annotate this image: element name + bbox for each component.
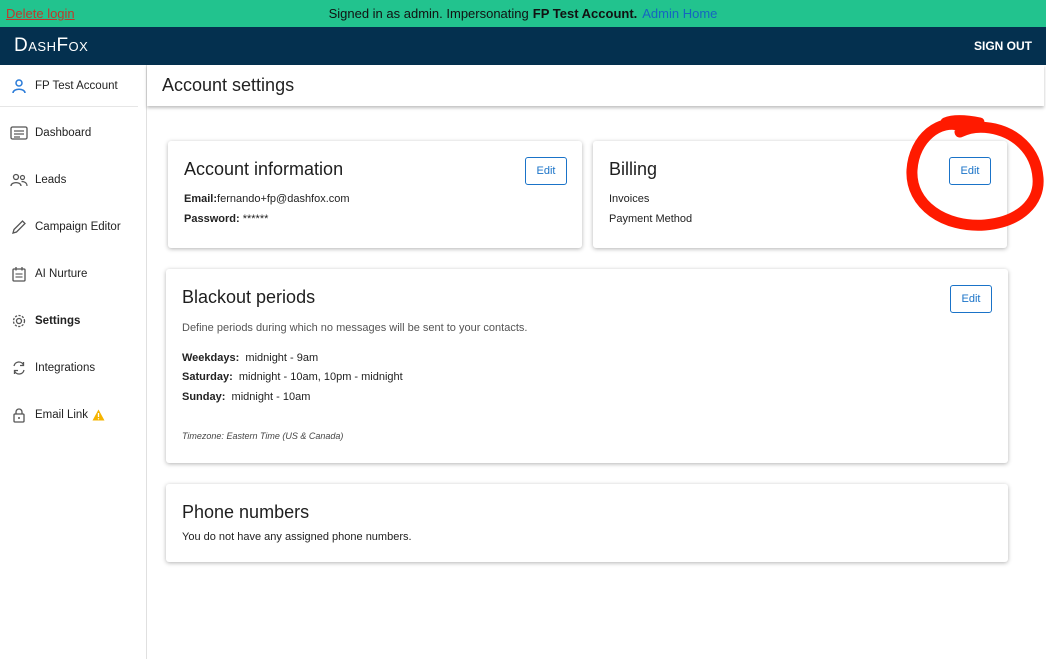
sidebar-account-label: FP Test Account xyxy=(35,79,118,92)
sidebar-item-integrations[interactable]: Integrations xyxy=(0,344,146,391)
dashboard-icon xyxy=(10,124,28,142)
people-icon xyxy=(10,171,28,189)
admin-home-link[interactable]: Admin Home xyxy=(642,6,717,21)
phone-description: You do not have any assigned phone numbe… xyxy=(182,531,412,543)
sidebar-item-dashboard[interactable]: Dashboard xyxy=(0,109,146,156)
phone-title: Phone numbers xyxy=(182,502,310,522)
sunday-label: Sunday: xyxy=(182,391,226,403)
lock-icon xyxy=(10,406,28,424)
blackout-edit-button[interactable]: Edit xyxy=(950,285,992,313)
calendar-icon xyxy=(10,265,28,283)
email-label: Email: xyxy=(184,193,218,205)
sync-icon xyxy=(10,359,28,377)
sidebar-item-email-link[interactable]: Email Link xyxy=(0,391,146,438)
phone-numbers-card: Phone numbers You do not have any assign… xyxy=(166,484,1008,562)
password-value: ****** xyxy=(242,213,269,225)
warning-icon xyxy=(92,409,105,421)
blackout-title: Blackout periods xyxy=(182,287,316,307)
account-info-card: Account information Edit Email:fernando+… xyxy=(168,141,582,248)
billing-edit-button[interactable]: Edit xyxy=(949,157,991,185)
gear-icon xyxy=(10,312,28,330)
email-row: Email:fernando+fp@dashfox.com xyxy=(184,193,350,205)
sidebar-item-campaign-editor[interactable]: Campaign Editor xyxy=(0,203,146,250)
account-info-title: Account information xyxy=(184,159,344,179)
delete-login-link[interactable]: Delete login xyxy=(6,6,75,21)
sidebar-item-account[interactable]: FP Test Account xyxy=(0,65,138,107)
sidebar-item-label: Leads xyxy=(35,173,67,186)
impersonation-text: Signed in as admin. Impersonating xyxy=(328,6,529,21)
blackout-periods-card: Blackout periods Edit Define periods dur… xyxy=(166,269,1008,463)
email-value: fernando+fp@dashfox.com xyxy=(217,193,350,205)
page-title: Account settings xyxy=(147,65,1044,106)
saturday-value: midnight - 10am, 10pm - midnight xyxy=(238,371,403,383)
sidebar-item-ai-nurture[interactable]: AI Nurture xyxy=(0,250,146,297)
billing-card: Billing Edit Invoices Payment Method xyxy=(593,141,1007,248)
sidebar-item-label: AI Nurture xyxy=(35,267,88,280)
password-label: Password: xyxy=(184,213,240,225)
sunday-row: Sunday: midnight - 10am xyxy=(182,391,310,403)
saturday-row: Saturday: midnight - 10am, 10pm - midnig… xyxy=(182,371,403,383)
brand-logo[interactable]: DashFox xyxy=(14,35,88,57)
impersonation-bar: Delete login Signed in as admin. Imperso… xyxy=(0,0,1046,27)
sunday-value: midnight - 10am xyxy=(231,391,311,403)
sidebar-item-label: Dashboard xyxy=(35,126,92,139)
sidebar-item-label: Email Link xyxy=(35,408,89,421)
person-icon xyxy=(10,77,28,95)
top-navbar: DashFox SIGN OUT xyxy=(0,27,1046,65)
weekdays-value: midnight - 9am xyxy=(245,352,319,364)
saturday-label: Saturday: xyxy=(182,371,233,383)
timezone-note: Timezone: Eastern Time (US & Canada) xyxy=(182,431,344,441)
password-row: Password: ****** xyxy=(184,213,268,225)
sidebar: FP Test Account Dashboard Leads Campaign… xyxy=(0,65,147,659)
sidebar-item-label: Settings xyxy=(35,314,81,327)
payment-method-link[interactable]: Payment Method xyxy=(609,213,692,225)
invoices-link[interactable]: Invoices xyxy=(609,193,649,205)
sign-out-button[interactable]: SIGN OUT xyxy=(974,39,1032,53)
sidebar-item-label: Integrations xyxy=(35,361,96,374)
impersonated-account: FP Test Account. xyxy=(532,6,638,21)
weekdays-label: Weekdays: xyxy=(182,352,240,364)
billing-title: Billing xyxy=(609,159,658,179)
sidebar-item-leads[interactable]: Leads xyxy=(0,156,146,203)
weekdays-row: Weekdays: midnight - 9am xyxy=(182,352,318,364)
pencil-icon xyxy=(10,218,28,236)
blackout-description: Define periods during which no messages … xyxy=(182,322,528,334)
sidebar-item-label: Campaign Editor xyxy=(35,220,121,233)
sidebar-item-settings[interactable]: Settings xyxy=(0,297,146,344)
account-info-edit-button[interactable]: Edit xyxy=(525,157,567,185)
